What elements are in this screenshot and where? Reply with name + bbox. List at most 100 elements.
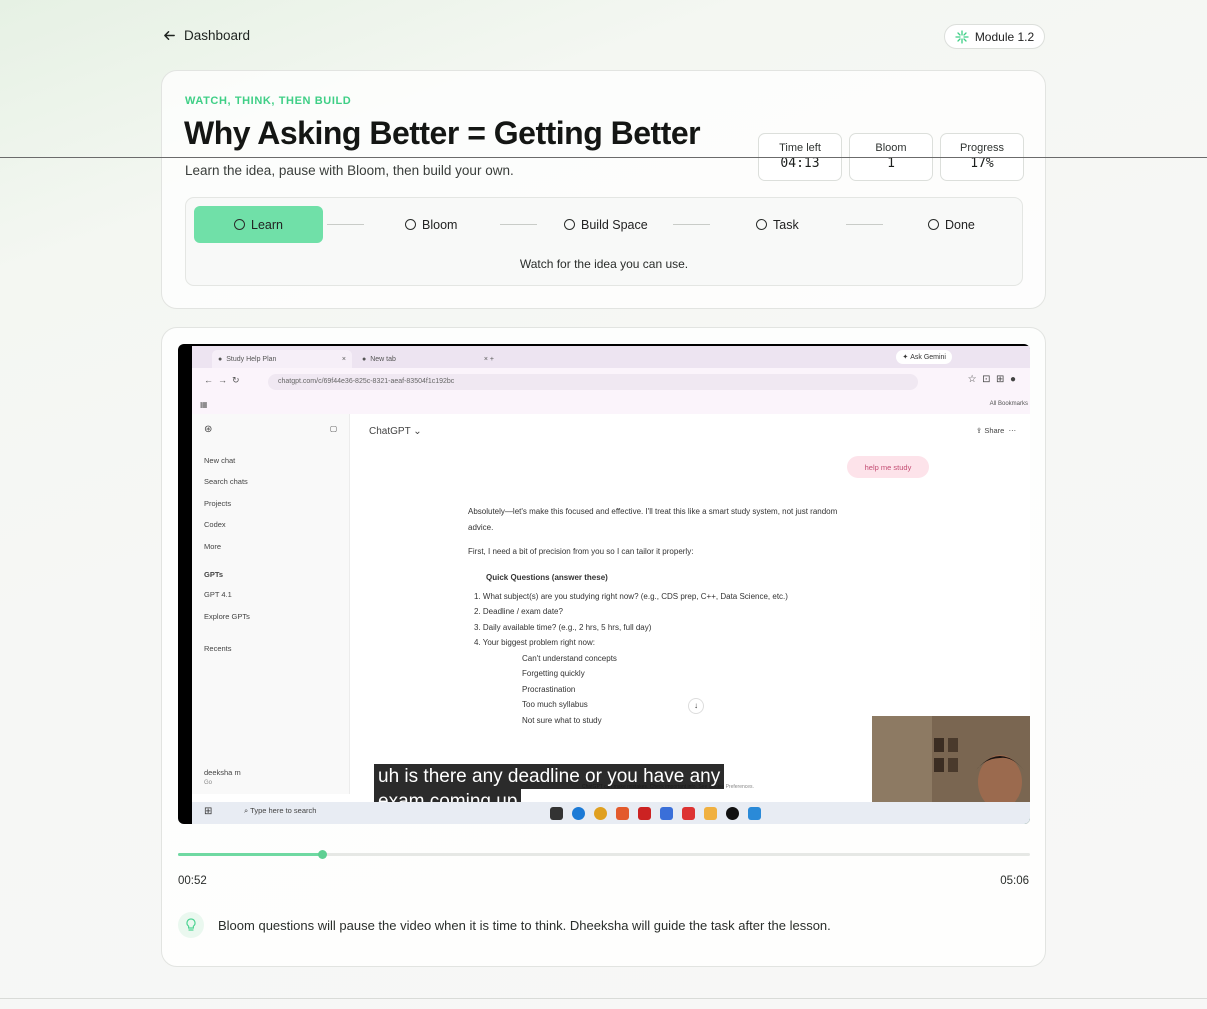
video-seek-bar[interactable] <box>178 850 1030 859</box>
sidebar-toggle-icon: ▢ <box>330 424 338 433</box>
sidebar-item: Search chats <box>204 477 248 486</box>
sidebar-item: More <box>204 542 222 551</box>
sidebar-item: Projects <box>204 499 232 508</box>
total-time: 05:06 <box>1000 875 1029 887</box>
step-label: Learn <box>251 217 283 232</box>
chat-line: Absolutely—let's make this focused and e… <box>468 507 838 516</box>
step-build-space[interactable]: Build Space <box>564 206 648 243</box>
nav-arrows-icon: ← → ↻ <box>204 375 240 385</box>
scroll-down-icon: ↓ <box>688 698 704 714</box>
close-icon: × <box>341 355 346 363</box>
step-task[interactable]: Task <box>756 206 799 243</box>
video-card: ● Study Help Plan × ● New tab × + ✦ Ask … <box>161 327 1046 967</box>
page-subtitle: Learn the idea, pause with Bloom, then b… <box>185 163 514 178</box>
chat-line: Forgetting quickly <box>522 669 585 678</box>
chat-line: Too much syllabus <box>522 700 588 709</box>
eyebrow-label: WATCH, THINK, THEN BUILD <box>185 95 352 107</box>
back-to-dashboard-link[interactable]: Dashboard <box>163 28 250 43</box>
os-taskbar: ⊞ ⌕ Type here to search <box>192 802 1030 824</box>
step-bloom[interactable]: Bloom <box>405 206 457 243</box>
current-time: 00:52 <box>178 875 207 887</box>
plus-icon: ✦ <box>902 354 911 361</box>
footer-divider <box>0 998 1207 999</box>
taskbar-apps <box>550 807 761 820</box>
stat-value: 1 <box>887 156 895 171</box>
step-connector <box>500 224 537 225</box>
gemini-label: Ask Gemini <box>910 353 946 361</box>
tab-favicon-icon: ● <box>362 355 367 363</box>
app-icon <box>726 807 739 820</box>
chrome-icon <box>594 807 607 820</box>
seek-bar-thumb[interactable] <box>318 850 328 859</box>
lightbulb-icon <box>178 912 204 938</box>
module-badge: Module 1.2 <box>944 24 1045 49</box>
sidebar-item: Explore GPTs <box>204 612 250 621</box>
chat-line: 3. Daily available time? (e.g., 2 hrs, 5… <box>474 623 652 632</box>
video-frame: ● Study Help Plan × ● New tab × + ✦ Ask … <box>192 346 1030 824</box>
app-icon <box>638 807 651 820</box>
divider-line <box>0 157 1207 158</box>
ask-gemini-chip: ✦ Ask Gemini <box>896 350 952 364</box>
chat-line: Quick Questions (answer these) <box>486 573 608 582</box>
openai-logo-icon: ⊛ <box>204 424 213 435</box>
tab-title: New tab <box>370 355 396 363</box>
tab-title: Study Help Plan <box>226 355 277 363</box>
circle-icon <box>564 219 575 230</box>
back-label: Dashboard <box>184 28 251 43</box>
sidebar-item: New chat <box>204 456 236 465</box>
circle-icon <box>234 219 245 230</box>
step-connector <box>673 224 710 225</box>
circle-icon <box>756 219 767 230</box>
browser-tab: ● New tab × + <box>362 350 494 368</box>
circle-icon <box>405 219 416 230</box>
step-tracker: Learn Bloom Build Space Task Done Watch … <box>185 197 1023 286</box>
url-field: chatgpt.com/c/69f44e36-825c-8321-aeaf-83… <box>268 374 918 390</box>
step-connector <box>846 224 883 225</box>
windows-start-icon: ⊞ <box>204 806 213 817</box>
all-bookmarks: All Bookmarks <box>989 401 1028 407</box>
step-label: Done <box>945 217 975 232</box>
app-icon <box>682 807 695 820</box>
app-icon <box>550 807 563 820</box>
model-selector: ChatGPT ⌄ <box>369 426 422 437</box>
browser-tab: ● Study Help Plan × <box>212 350 352 368</box>
chat-line: 4. Your biggest problem right now: <box>474 638 595 647</box>
app-icon <box>660 807 673 820</box>
tab-favicon-icon: ● <box>218 355 223 363</box>
chat-line: Can't understand concepts <box>522 654 617 663</box>
stat-label: Bloom <box>875 142 907 154</box>
chat-line: Procrastination <box>522 685 576 694</box>
stat-value: 04:13 <box>780 156 820 171</box>
stat-value: 17% <box>970 156 994 171</box>
step-done[interactable]: Done <box>928 206 975 243</box>
sidebar-item: GPT 4.1 <box>204 590 232 599</box>
arrow-left-icon <box>164 31 175 40</box>
app-icon <box>748 807 761 820</box>
step-label: Build Space <box>581 217 648 232</box>
recents-heading: Recents <box>204 644 232 653</box>
chat-line: Not sure what to study <box>522 716 602 725</box>
chat-line: 2. Deadline / exam date? <box>474 607 563 616</box>
caption-line: uh is there any deadline or you have any <box>374 764 725 789</box>
chat-line: First, I need a bit of precision from yo… <box>468 547 694 556</box>
circle-icon <box>928 219 939 230</box>
chat-line: 1. What subject(s) are you studying righ… <box>474 592 788 601</box>
user-name: deeksha m <box>204 768 241 777</box>
bloom-hint: Bloom questions will pause the video whe… <box>178 912 831 938</box>
stat-label: Progress <box>959 142 1005 154</box>
close-icon: × + <box>483 355 494 363</box>
user-message: help me study <box>847 456 929 478</box>
seek-bar-fill <box>178 853 323 856</box>
chat-sidebar: ⊛ ▢ New chat Search chats Projects Codex… <box>192 414 350 794</box>
page-title: Why Asking Better = Getting Better <box>184 115 701 151</box>
taskbar-search: ⌕ Type here to search <box>244 806 317 815</box>
hint-text: Bloom questions will pause the video whe… <box>218 917 831 933</box>
chat-line: advice. <box>468 523 494 532</box>
video-player[interactable]: ● Study Help Plan × ● New tab × + ✦ Ask … <box>178 344 1030 824</box>
step-connector <box>327 224 364 225</box>
step-learn[interactable]: Learn <box>194 206 323 243</box>
step-label: Task <box>773 217 799 232</box>
settings-icon <box>704 807 717 820</box>
edge-icon <box>572 807 585 820</box>
step-instruction: Watch for the idea you can use. <box>519 257 689 271</box>
